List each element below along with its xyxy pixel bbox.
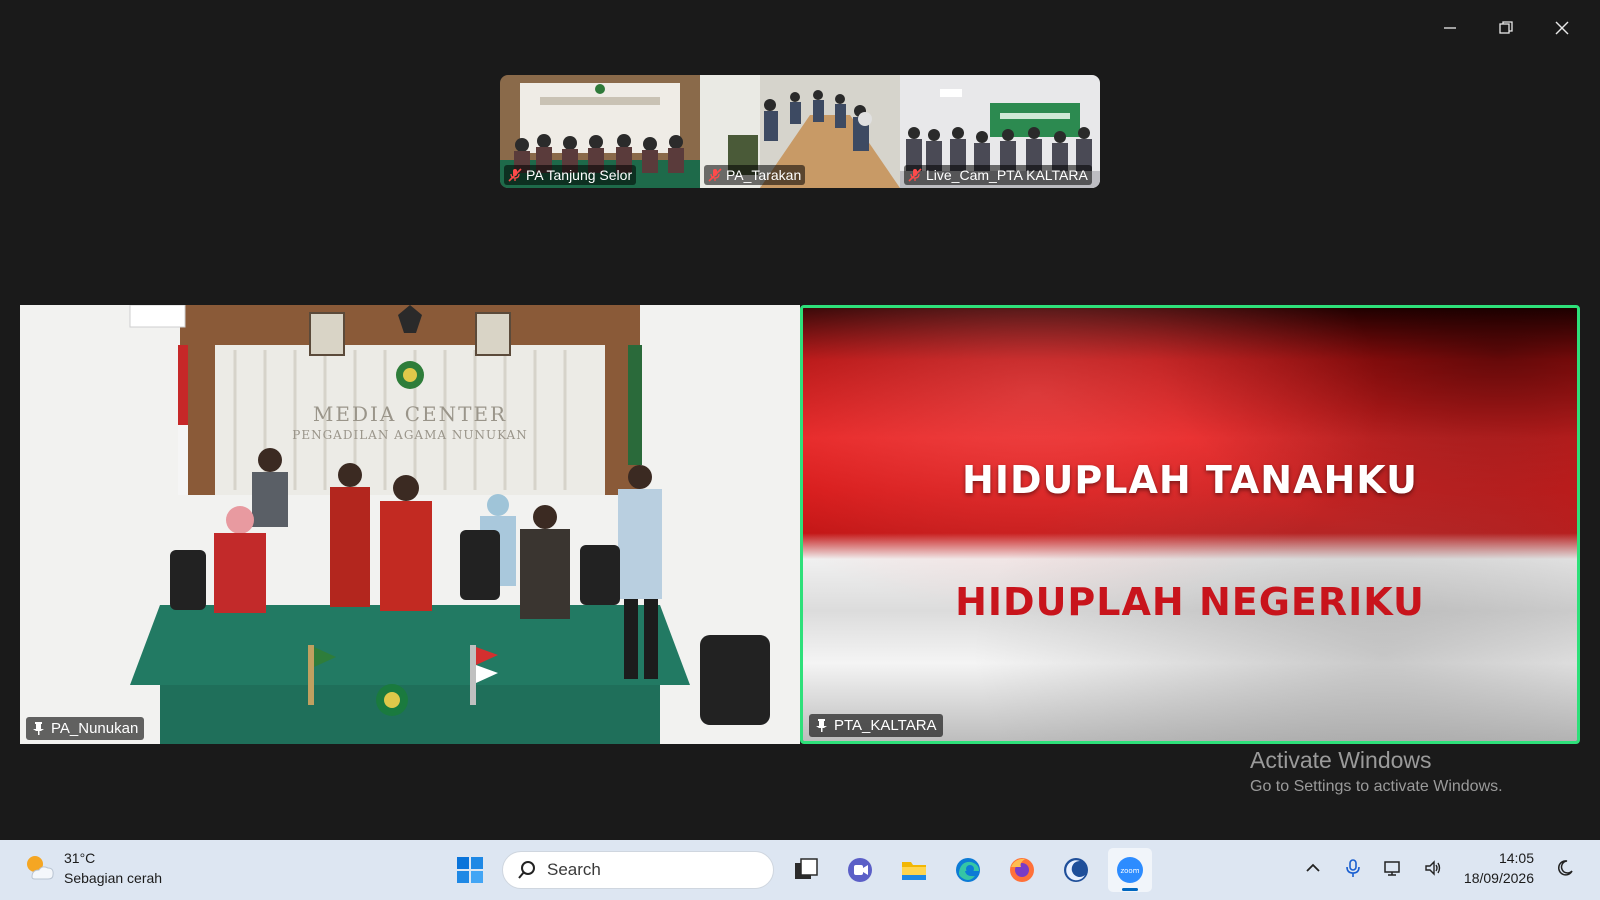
- focus-assist-button[interactable]: [1550, 848, 1580, 888]
- video-tile-pta-kaltara[interactable]: HIDUPLAH TANAHKU HIDUPLAH NEGERIKU PTA_K…: [800, 305, 1580, 744]
- participant-name: PTA_KALTARA: [834, 717, 937, 734]
- thumbnail-label: Live_Cam_PTA KALTARA: [904, 165, 1092, 185]
- flag-caption-line-2: HIDUPLAH NEGERIKU: [955, 580, 1425, 624]
- pin-icon: [815, 719, 828, 732]
- restore-icon: [1499, 21, 1513, 34]
- taskbar-pinned-apps: Search zoom: [448, 848, 1152, 892]
- video-feed-pa-nunukan: MEDIA CENTER PENGADILAN AGAMA NUNUKAN: [20, 305, 800, 744]
- firefox-browser-button[interactable]: [1000, 848, 1044, 892]
- participant-thumbnail-tanjung-selor[interactable]: PA Tanjung Selor: [500, 75, 700, 188]
- activate-windows-subtitle: Go to Settings to activate Windows.: [1250, 778, 1503, 795]
- participant-name: Live_Cam_PTA KALTARA: [926, 167, 1088, 183]
- system-tray: 14:05 18/09/2026: [1298, 848, 1580, 888]
- microphone-icon: [1346, 859, 1360, 877]
- volume-tray-button[interactable]: [1418, 848, 1448, 888]
- start-button[interactable]: [448, 848, 492, 892]
- file-explorer-button[interactable]: [892, 848, 936, 892]
- task-view-button[interactable]: [784, 848, 828, 892]
- zoom-app-button[interactable]: zoom: [1108, 848, 1152, 892]
- partly-sunny-icon: [27, 856, 54, 880]
- weather-text: 31°C Sebagian cerah: [64, 848, 162, 888]
- muted-microphone-icon: [708, 168, 722, 182]
- speaker-icon: [1425, 860, 1441, 876]
- folder-icon: [902, 862, 926, 880]
- app-button-crescent[interactable]: [1054, 848, 1098, 892]
- chat-icon: [848, 858, 872, 882]
- activate-windows-watermark: Activate Windows Go to Settings to activ…: [1250, 747, 1503, 796]
- participant-thumbnail-tarakan[interactable]: PA_Tarakan: [700, 75, 900, 188]
- edge-icon: [956, 858, 980, 882]
- search-placeholder: Search: [547, 860, 601, 879]
- close-icon: [1555, 21, 1569, 35]
- window-controls: [1422, 10, 1590, 46]
- participant-thumbnail-strip: PA Tanjung Selor PA_Tarakan Live_Cam_PTA…: [500, 75, 1100, 188]
- search-icon: [518, 861, 535, 879]
- flag-caption-line-1: HIDUPLAH TANAHKU: [962, 458, 1418, 502]
- video-tile-pa-nunukan[interactable]: MEDIA CENTER PENGADILAN AGAMA NUNUKAN PA…: [20, 305, 800, 744]
- room-sign-title: MEDIA CENTER: [313, 402, 507, 426]
- participant-name: PA_Tarakan: [726, 167, 802, 183]
- flag-wave-shading: [803, 308, 1577, 741]
- task-view-icon: [795, 858, 818, 879]
- show-hidden-icons-button[interactable]: [1298, 848, 1328, 888]
- microphone-tray-button[interactable]: [1338, 848, 1368, 888]
- windows-logo-icon: [457, 857, 483, 883]
- teams-chat-button[interactable]: [838, 848, 882, 892]
- taskbar-search-box[interactable]: Search: [502, 851, 774, 889]
- zoom-meeting-window: PA Tanjung Selor PA_Tarakan Live_Cam_PTA…: [0, 0, 1600, 840]
- svg-text:zoom: zoom: [1120, 867, 1139, 875]
- participant-name: PA Tanjung Selor: [526, 167, 633, 183]
- restore-button[interactable]: [1478, 10, 1534, 46]
- moon-icon: [1557, 860, 1573, 876]
- network-icon: [1384, 861, 1400, 876]
- taskbar-clock[interactable]: 14:05 18/09/2026: [1458, 848, 1540, 888]
- firefox-icon: [1010, 858, 1034, 882]
- video-tile-label: PA_Nunukan: [26, 717, 145, 740]
- windows-taskbar: 31°C Sebagian cerah Search zoom 14:05 18…: [0, 840, 1600, 900]
- chevron-up-icon: [1306, 863, 1320, 872]
- thumbnail-label: PA_Tarakan: [704, 165, 806, 185]
- participant-thumbnail-live-cam[interactable]: Live_Cam_PTA KALTARA: [900, 75, 1100, 188]
- clock-time: 14:05: [1498, 850, 1534, 866]
- minimize-button[interactable]: [1422, 10, 1478, 46]
- zoom-icon: zoom: [1117, 857, 1143, 883]
- edge-browser-button[interactable]: [946, 848, 990, 892]
- pin-icon: [32, 722, 45, 735]
- weather-description: Sebagian cerah: [64, 870, 163, 886]
- network-tray-button[interactable]: [1378, 848, 1408, 888]
- thumbnail-label: PA Tanjung Selor: [504, 165, 637, 185]
- minimize-icon: [1444, 27, 1456, 29]
- muted-microphone-icon: [508, 168, 522, 182]
- crescent-app-icon: [1064, 858, 1088, 882]
- clock-date: 18/09/2026: [1463, 870, 1534, 886]
- muted-microphone-icon: [908, 168, 922, 182]
- participant-name: PA_Nunukan: [51, 720, 139, 737]
- room-sign-subtitle: PENGADILAN AGAMA NUNUKAN: [292, 428, 527, 442]
- activate-windows-title: Activate Windows: [1250, 747, 1432, 773]
- close-button[interactable]: [1534, 10, 1590, 46]
- weather-temperature: 31°C: [64, 850, 96, 866]
- video-tile-label: PTA_KALTARA: [809, 714, 943, 737]
- weather-widget[interactable]: 31°C Sebagian cerah: [22, 848, 162, 888]
